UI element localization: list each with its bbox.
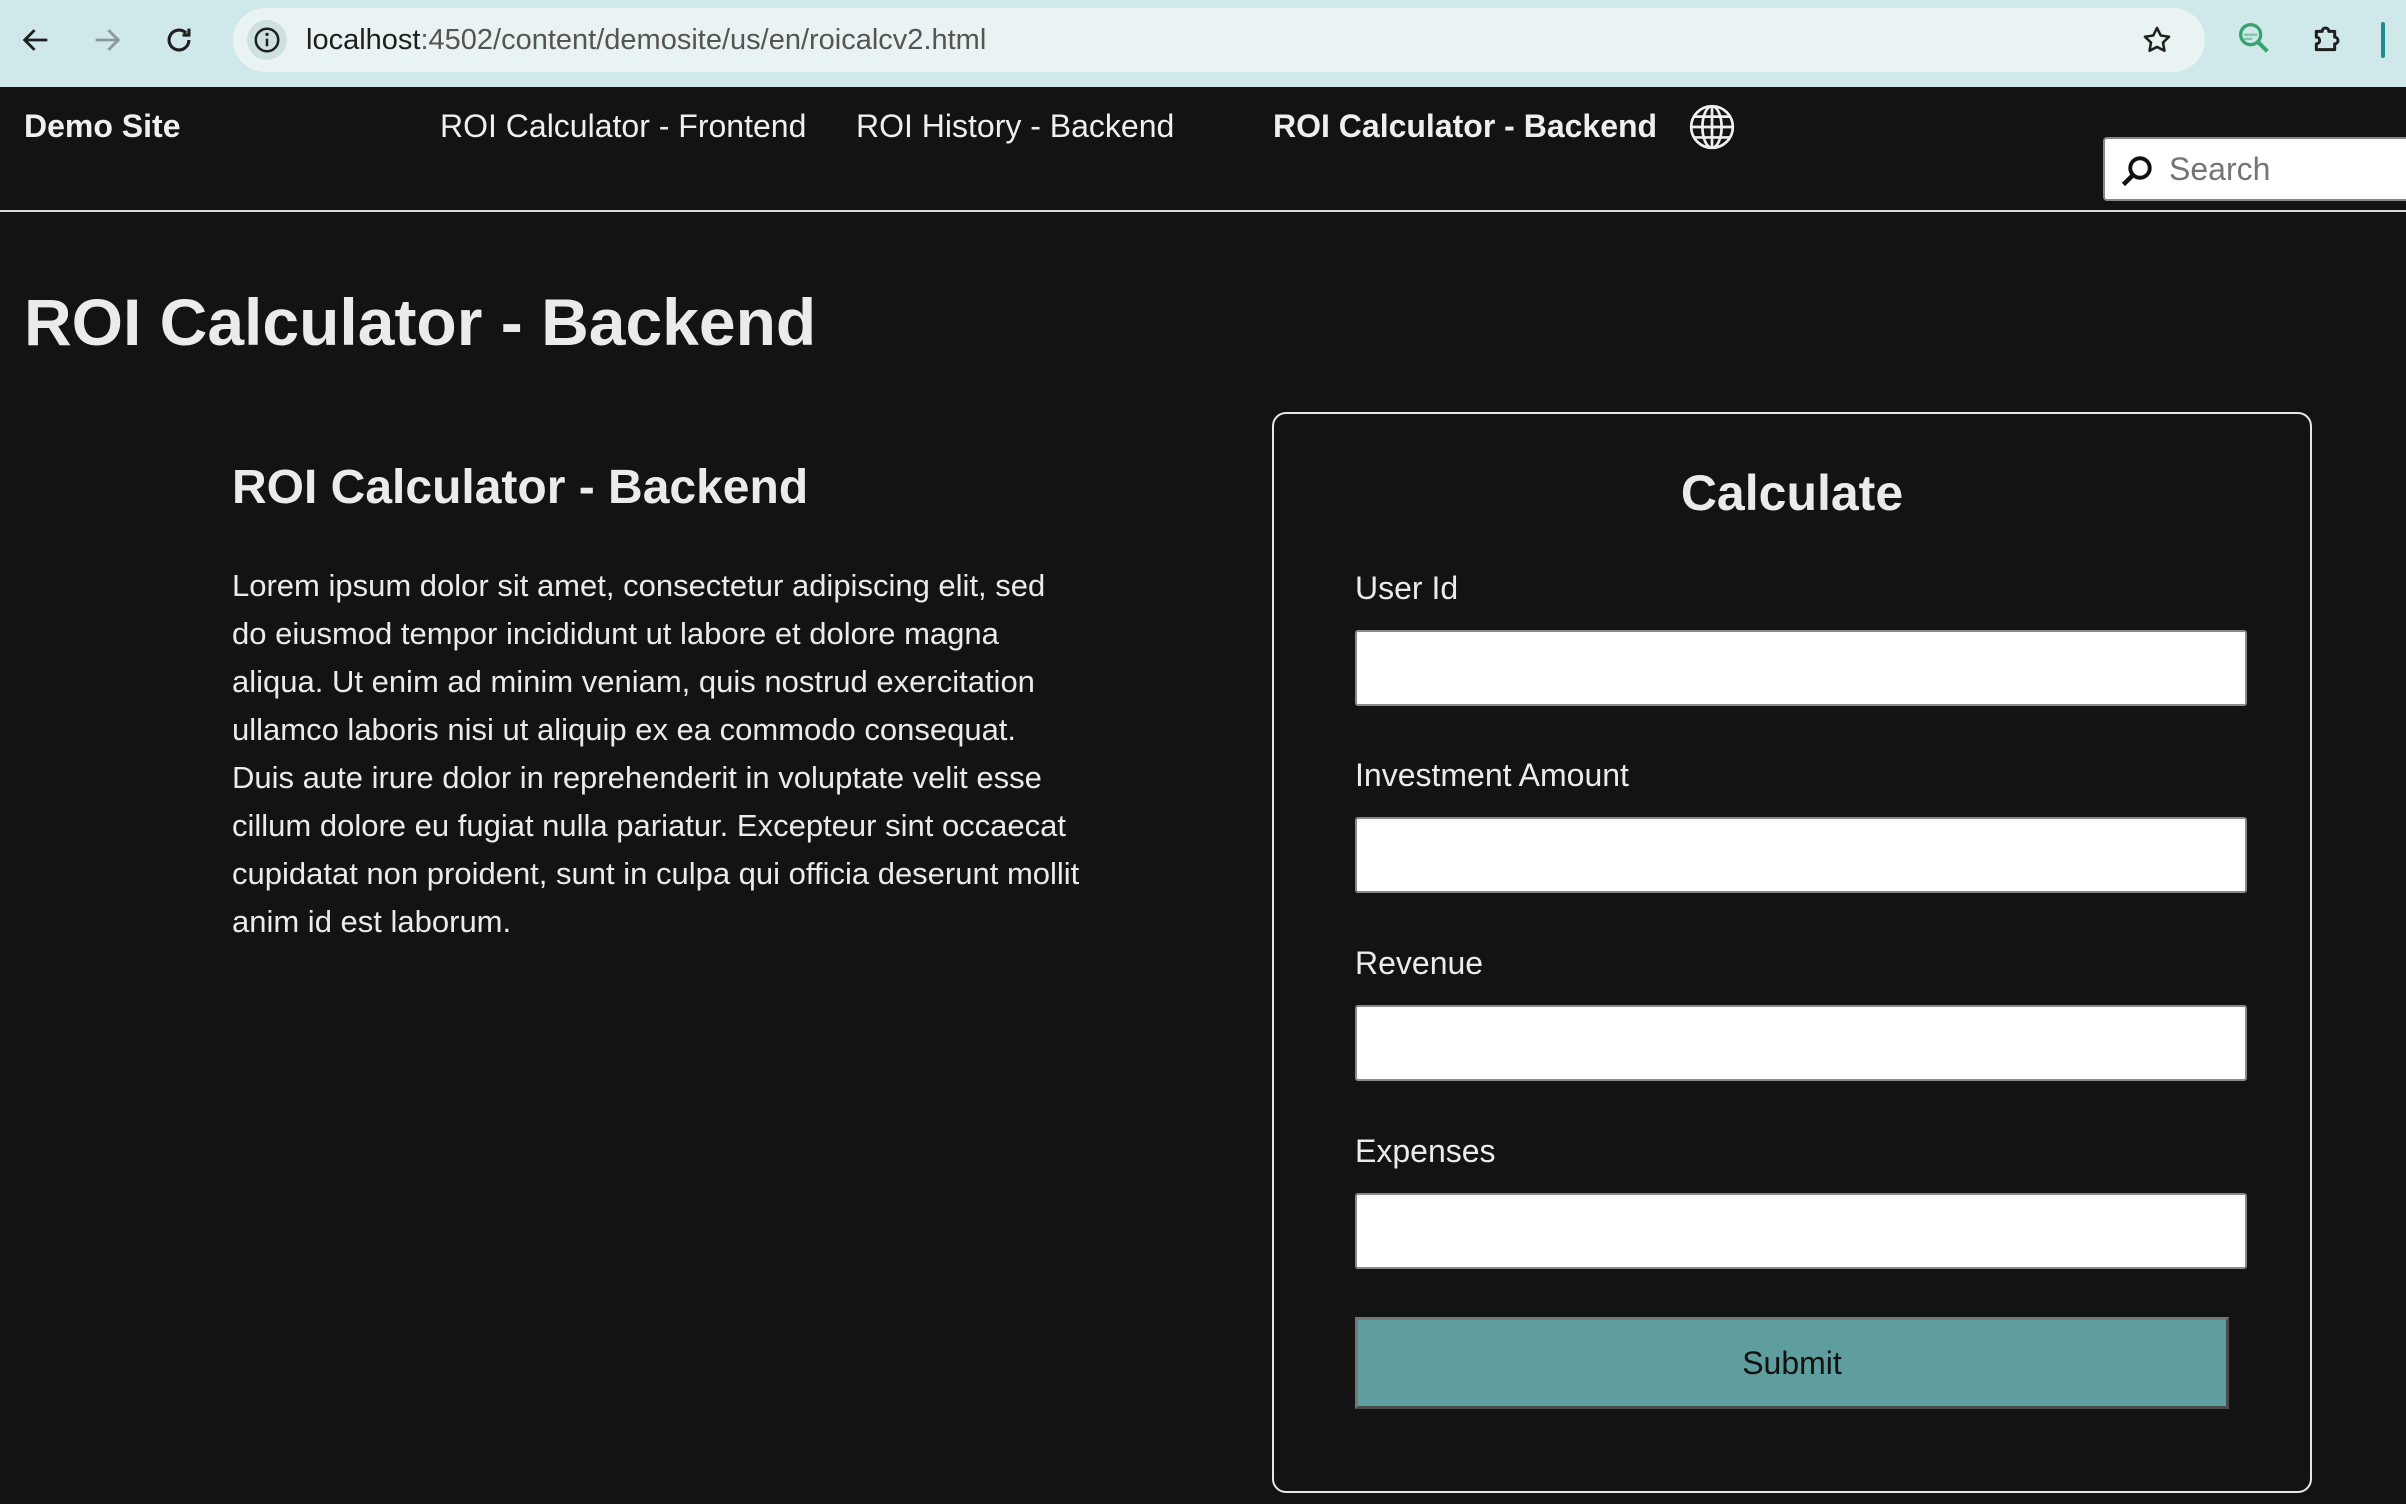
url-path: :4502/content/demosite/us/en/roicalcv2.h… (420, 24, 987, 56)
reload-button[interactable] (155, 12, 203, 68)
browser-toolbar: localhost:4502/content/demosite/us/en/ro… (0, 0, 2406, 87)
toolbar-divider (2381, 22, 2385, 58)
intro-body: Lorem ipsum dolor sit amet, consectetur … (232, 568, 1080, 939)
roi-calculate-form: Calculate User Id Investment Amount Reve… (1272, 412, 2312, 1493)
url-text[interactable]: localhost:4502/content/demosite/us/en/ro… (306, 8, 986, 72)
revenue-field[interactable] (1355, 1005, 2247, 1081)
search-extension-icon[interactable] (2234, 18, 2274, 58)
arrow-left-icon (22, 29, 48, 51)
expenses-field[interactable] (1355, 1193, 2247, 1269)
forward-button[interactable] (83, 12, 131, 68)
search-input[interactable] (2167, 145, 2406, 193)
investment-amount-label: Investment Amount (1355, 757, 1629, 793)
page-title: ROI Calculator - Backend (24, 285, 817, 359)
nav-item-roi-calculator-frontend[interactable]: ROI Calculator - Frontend (440, 105, 806, 147)
submit-button[interactable]: Submit (1355, 1317, 2229, 1409)
back-button[interactable] (12, 12, 60, 68)
site-info-button[interactable] (247, 20, 287, 60)
expenses-label: Expenses (1355, 1133, 1496, 1169)
user-id-field[interactable] (1355, 630, 2247, 706)
investment-amount-field[interactable] (1355, 817, 2247, 893)
globe-icon[interactable] (1687, 102, 1737, 152)
nav-item-roi-history-backend[interactable]: ROI History - Backend (856, 105, 1174, 147)
site-search[interactable] (2103, 137, 2406, 201)
arrow-right-icon (95, 29, 121, 51)
user-id-label: User Id (1355, 570, 1459, 606)
search-icon (2121, 156, 2152, 187)
form-title: Calculate (1680, 465, 1904, 521)
star-icon (2143, 26, 2171, 53)
brand-link[interactable]: Demo Site (24, 105, 180, 147)
reload-icon (167, 28, 191, 52)
bookmark-button[interactable] (2137, 20, 2177, 60)
info-icon (254, 27, 280, 53)
site-header: Demo Site ROI Calculator - Frontend ROI … (0, 87, 2406, 212)
puzzle-icon[interactable] (2308, 18, 2348, 58)
intro-title: ROI Calculator - Backend (232, 461, 809, 514)
address-bar[interactable]: localhost:4502/content/demosite/us/en/ro… (233, 8, 2205, 72)
url-host: localhost (306, 24, 421, 56)
revenue-label: Revenue (1355, 945, 1484, 981)
nav-item-roi-calculator-backend[interactable]: ROI Calculator - Backend (1273, 105, 1657, 147)
